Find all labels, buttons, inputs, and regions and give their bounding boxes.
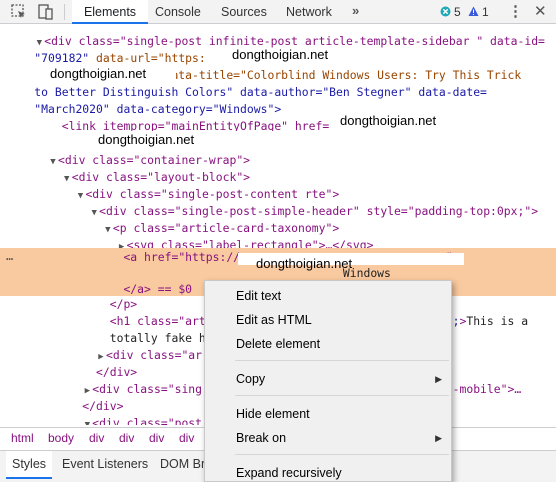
expand-triangle-icon[interactable]: ▼ bbox=[82, 417, 92, 425]
dom-node-layout-block[interactable]: ▼ <div class="layout-block"> bbox=[0, 169, 556, 186]
menu-separator bbox=[235, 454, 449, 455]
breadcrumb-item[interactable]: div bbox=[179, 431, 194, 445]
menu-item-label: Edit text bbox=[236, 289, 282, 303]
menu-item-label: Expand recursively bbox=[236, 466, 342, 480]
watermark-text: dongthoigian.net bbox=[50, 66, 147, 81]
menu-separator bbox=[235, 395, 449, 396]
device-toggle-icon[interactable] bbox=[36, 3, 54, 21]
breadcrumb-item[interactable]: html bbox=[11, 431, 34, 445]
menu-item-expand-recursively[interactable]: Expand recursively bbox=[205, 462, 451, 482]
tab-console[interactable]: Console bbox=[155, 0, 201, 24]
submenu-arrow-icon: ▶ bbox=[435, 433, 442, 443]
dom-node-simple-header[interactable]: ▼ <div class="single-post-simple-header" … bbox=[0, 203, 556, 220]
more-tabs-button[interactable]: » bbox=[352, 0, 359, 24]
error-icon bbox=[440, 0, 451, 24]
dom-line-clipped bbox=[0, 25, 556, 33]
menu-item-break-on[interactable]: Break on ▶ bbox=[205, 427, 451, 449]
context-menu: Edit text Edit as HTML Delete element Co… bbox=[204, 280, 452, 482]
menu-item-label: Break on bbox=[236, 431, 287, 445]
menu-item-label: Delete element bbox=[236, 337, 321, 351]
tab-styles[interactable]: Styles bbox=[6, 451, 53, 479]
tab-elements[interactable]: Elements bbox=[72, 0, 148, 24]
menu-item-label: Hide element bbox=[236, 407, 310, 421]
watermark-text: dongthoigian.net bbox=[256, 256, 353, 271]
menu-item-hide-element[interactable]: Hide element bbox=[205, 403, 451, 425]
dom-node-taxonomy[interactable]: ▼ <p class="article-card-taxonomy"> bbox=[0, 220, 556, 237]
watermark-text: dongthoigian.net bbox=[340, 113, 437, 128]
warning-count: 1 bbox=[482, 5, 489, 19]
breadcrumb-item[interactable]: div bbox=[89, 431, 104, 445]
menu-item-label: Copy bbox=[236, 372, 266, 386]
tab-network[interactable]: Network bbox=[286, 0, 332, 24]
dom-line: to Better Distinguish Colors" data-autho… bbox=[34, 85, 487, 99]
toolbar-separator bbox=[64, 4, 65, 20]
submenu-arrow-icon: ▶ bbox=[435, 374, 442, 384]
warning-count-badge[interactable]: 1 bbox=[468, 0, 489, 24]
error-count-badge[interactable]: 5 bbox=[440, 0, 461, 24]
watermark-text: dongthoigian.net bbox=[98, 132, 195, 147]
tab-sources[interactable]: Sources bbox=[221, 0, 267, 24]
dom-node-container-wrap[interactable]: ▼ <div class="container-wrap"> bbox=[0, 152, 556, 169]
kebab-menu-icon[interactable]: ⋮ bbox=[508, 0, 523, 24]
menu-item-delete-element[interactable]: Delete element bbox=[205, 333, 451, 355]
close-icon[interactable]: ✕ bbox=[534, 0, 547, 24]
menu-item-edit-as-html[interactable]: Edit as HTML bbox=[205, 309, 451, 331]
breadcrumb-item[interactable]: body bbox=[48, 431, 74, 445]
inspect-icon[interactable] bbox=[10, 3, 28, 21]
tab-event-listeners[interactable]: Event Listeners bbox=[62, 451, 148, 479]
menu-item-copy[interactable]: Copy ▶ bbox=[205, 368, 451, 390]
menu-item-label: Edit as HTML bbox=[236, 313, 312, 327]
breadcrumb-item[interactable]: div bbox=[149, 431, 164, 445]
dom-node-single-post-content[interactable]: ▼ <div class="single-post-content rte"> bbox=[0, 186, 556, 203]
watermark-text: dongthoigian.net bbox=[232, 47, 329, 62]
warning-icon bbox=[468, 0, 479, 24]
menu-separator bbox=[235, 360, 449, 361]
breadcrumb-item[interactable]: div bbox=[119, 431, 134, 445]
devtools-toolbar: Elements Console Sources Network » 5 1 ⋮… bbox=[0, 0, 556, 24]
tab-dom-breakpoints[interactable]: DOM Br bbox=[160, 451, 205, 479]
error-count: 5 bbox=[454, 5, 461, 19]
menu-item-edit-text[interactable]: Edit text bbox=[205, 285, 451, 307]
